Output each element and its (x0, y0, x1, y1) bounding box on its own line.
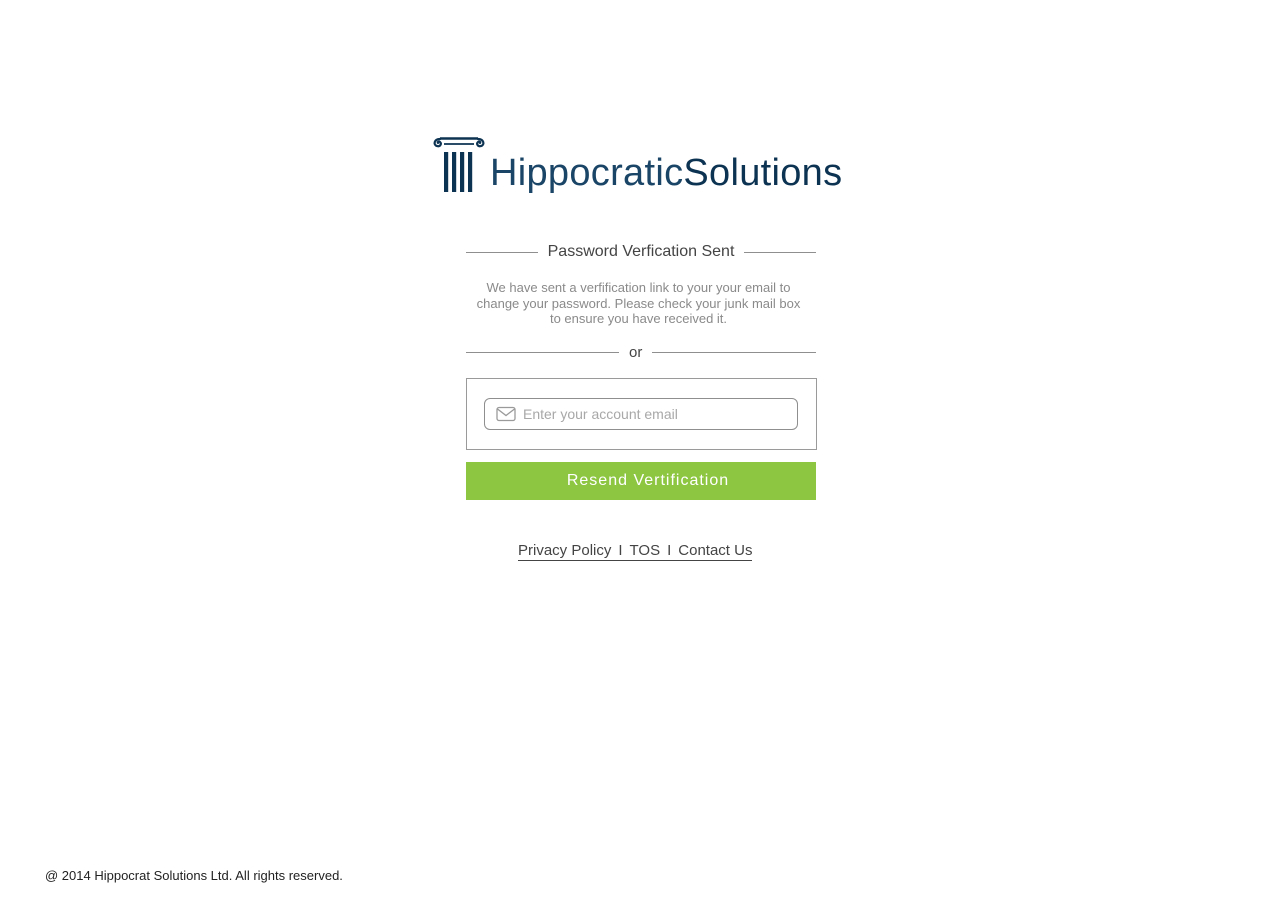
contact-us-link[interactable]: Contact Us (678, 542, 752, 559)
divider-line (466, 251, 538, 253)
tos-link[interactable]: TOS (630, 542, 661, 559)
email-field[interactable] (484, 398, 798, 430)
logo[interactable]: HippocraticSolutions (432, 133, 842, 193)
divider-line (466, 352, 619, 353)
divider-line (744, 251, 817, 253)
privacy-policy-link[interactable]: Privacy Policy (518, 542, 611, 559)
envelope-icon (496, 406, 516, 422)
footer-links: Privacy Policy I TOS I Contact Us (518, 542, 753, 561)
or-label: or (629, 344, 643, 361)
link-separator: I (618, 542, 623, 559)
resend-form (466, 378, 817, 450)
copyright-text: @ 2014 Hippocrat Solutions Ltd. All righ… (45, 868, 343, 883)
resend-verification-button[interactable]: Resend Vertification (466, 462, 816, 500)
confirmation-message: We have sent a verfification link to you… (476, 280, 801, 326)
title-divider: Password Verfication Sent (466, 243, 817, 261)
brand-name-light: Hippocratic (490, 152, 684, 194)
divider-line (652, 352, 816, 353)
page: HippocraticSolutions Password Verficatio… (0, 0, 1280, 914)
brand-name: HippocraticSolutions (490, 153, 842, 193)
brand-name-bold: Solutions (683, 152, 843, 194)
email-input[interactable] (523, 400, 783, 428)
column-logo-icon (433, 137, 485, 192)
link-separator: I (667, 542, 672, 559)
or-divider: or (466, 344, 816, 361)
page-title: Password Verfication Sent (547, 243, 735, 260)
